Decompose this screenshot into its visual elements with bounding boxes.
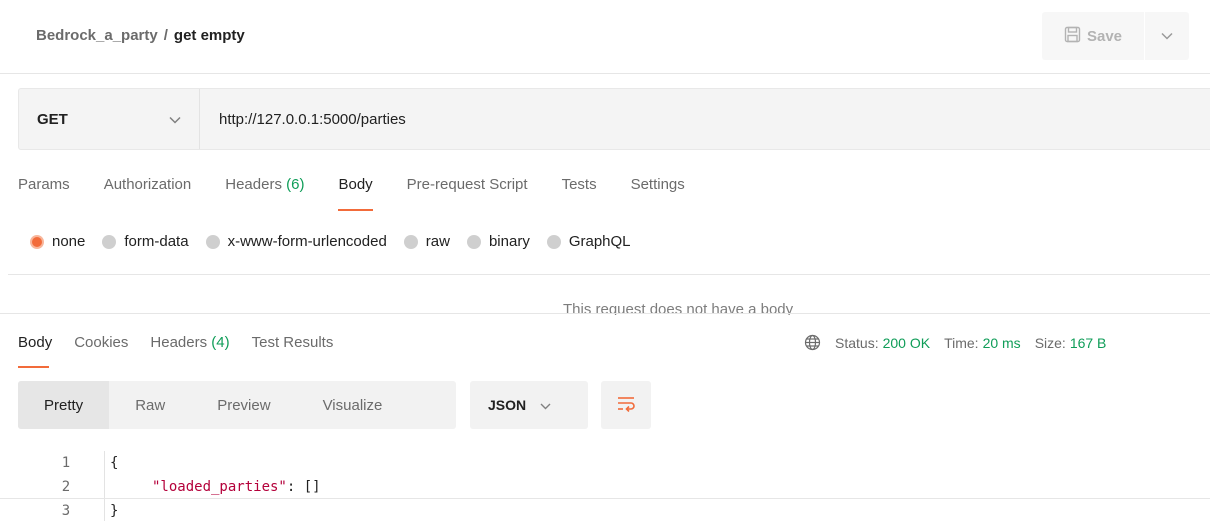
globe-icon[interactable] bbox=[804, 334, 821, 351]
json-key: "loaded_parties" bbox=[152, 478, 287, 495]
view-visualize-button[interactable]: Visualize bbox=[297, 381, 409, 429]
chevron-down-icon bbox=[1161, 27, 1173, 45]
tab-body[interactable]: Body bbox=[338, 176, 373, 212]
body-type-graphql[interactable]: GraphQL bbox=[546, 233, 631, 250]
chevron-down-icon bbox=[540, 397, 551, 413]
code-line: 3 } bbox=[0, 499, 1210, 521]
body-type-none[interactable]: none bbox=[30, 233, 85, 250]
save-group: Save bbox=[1042, 12, 1189, 60]
json-value: : [] bbox=[286, 478, 321, 495]
response-tab-test-results[interactable]: Test Results bbox=[252, 334, 334, 370]
method-label: GET bbox=[37, 110, 68, 128]
body-type-form-data-label: form-data bbox=[124, 233, 189, 250]
code-text: "loaded_parties": [] bbox=[152, 479, 321, 495]
breadcrumb-separator: / bbox=[163, 27, 168, 44]
tab-tests[interactable]: Tests bbox=[562, 176, 597, 212]
view-preview-button[interactable]: Preview bbox=[191, 381, 296, 429]
body-type-urlencoded[interactable]: x-www-form-urlencoded bbox=[205, 233, 387, 250]
response-tab-cookies[interactable]: Cookies bbox=[74, 334, 128, 370]
tab-prerequest-script[interactable]: Pre-request Script bbox=[407, 176, 528, 212]
code-line: 2 "loaded_parties": [] bbox=[0, 475, 1210, 499]
format-select[interactable]: JSON bbox=[470, 381, 588, 429]
radio-graphql[interactable] bbox=[546, 234, 561, 249]
tab-authorization[interactable]: Authorization bbox=[104, 176, 192, 212]
line-number: 1 bbox=[61, 455, 71, 471]
body-type-binary[interactable]: binary bbox=[466, 233, 530, 250]
save-icon bbox=[1064, 26, 1081, 47]
body-type-urlencoded-label: x-www-form-urlencoded bbox=[227, 233, 387, 250]
response-tab-headers-count: (4) bbox=[211, 334, 230, 351]
tab-headers-count: (6) bbox=[286, 176, 305, 193]
body-type-graphql-label: GraphQL bbox=[568, 233, 631, 250]
tab-headers-label: Headers bbox=[225, 176, 282, 193]
breadcrumb-request-name[interactable]: get empty bbox=[174, 27, 245, 44]
body-type-binary-label: binary bbox=[488, 233, 530, 250]
response-tab-headers[interactable]: Headers (4) bbox=[150, 334, 229, 370]
code-text: { bbox=[110, 455, 119, 471]
response-meta: Status: 200 OK Time: 20 ms Size: 167 B bbox=[804, 334, 1120, 351]
radio-binary[interactable] bbox=[466, 234, 481, 249]
response-pane-resize-handle[interactable] bbox=[0, 313, 1210, 314]
time-label: Time: bbox=[944, 334, 979, 351]
url-divider bbox=[199, 89, 200, 149]
tab-headers[interactable]: Headers (6) bbox=[225, 176, 304, 212]
view-raw-button[interactable]: Raw bbox=[109, 381, 191, 429]
save-button-label: Save bbox=[1086, 27, 1123, 45]
response-tab-headers-label: Headers bbox=[150, 334, 208, 351]
status-label: Status: bbox=[835, 334, 879, 351]
size-value[interactable]: 167 B bbox=[1070, 335, 1107, 351]
wrap-lines-icon bbox=[615, 394, 637, 417]
save-button[interactable]: Save bbox=[1042, 12, 1144, 60]
url-bar: GET bbox=[18, 88, 1210, 150]
chevron-down-icon[interactable] bbox=[169, 111, 181, 129]
format-select-label: JSON bbox=[488, 397, 527, 413]
divider bbox=[8, 274, 1210, 275]
response-view-modes: Pretty Raw Preview Visualize bbox=[18, 381, 456, 429]
view-pretty-button[interactable]: Pretty bbox=[18, 381, 110, 429]
line-number: 3 bbox=[61, 503, 71, 519]
response-tab-body[interactable]: Body bbox=[18, 334, 52, 370]
body-type-form-data[interactable]: form-data bbox=[102, 233, 189, 250]
wrap-lines-button[interactable] bbox=[601, 381, 651, 429]
radio-urlencoded[interactable] bbox=[205, 234, 220, 249]
line-number: 2 bbox=[61, 478, 71, 495]
size-label: Size: bbox=[1034, 334, 1066, 351]
body-type-none-label: none bbox=[52, 233, 86, 250]
request-tabs: Params Authorization Headers (6) Body Pr… bbox=[18, 176, 719, 212]
tab-params[interactable]: Params bbox=[18, 176, 70, 212]
body-type-radio-group: none form-data x-www-form-urlencoded raw… bbox=[30, 233, 648, 250]
postman-request-editor: Bedrock_a_party / get empty Save GET htt… bbox=[0, 0, 1210, 521]
breadcrumb-collection[interactable]: Bedrock_a_party bbox=[36, 27, 158, 44]
request-header: Bedrock_a_party / get empty Save bbox=[0, 0, 1210, 74]
radio-raw[interactable] bbox=[403, 234, 418, 249]
body-type-raw-label: raw bbox=[425, 233, 450, 250]
breadcrumb: Bedrock_a_party / get empty bbox=[36, 27, 245, 44]
code-text: } bbox=[110, 503, 119, 519]
body-type-raw[interactable]: raw bbox=[403, 233, 450, 250]
code-line: 1 { bbox=[0, 451, 1210, 475]
tab-settings[interactable]: Settings bbox=[631, 176, 685, 212]
radio-none[interactable] bbox=[30, 234, 44, 249]
radio-form-data[interactable] bbox=[102, 234, 117, 249]
url-input[interactable] bbox=[219, 89, 1119, 149]
save-options-button[interactable] bbox=[1145, 12, 1189, 60]
status-value[interactable]: 200 OK bbox=[883, 335, 930, 351]
response-tabs: Body Cookies Headers (4) Test Results bbox=[18, 334, 355, 370]
time-value[interactable]: 20 ms bbox=[983, 335, 1021, 351]
